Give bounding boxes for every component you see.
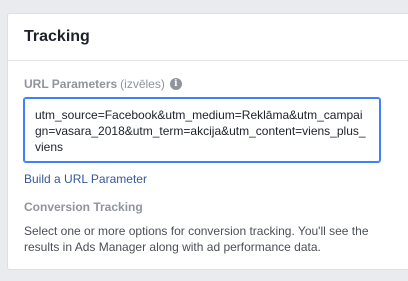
conversion-tracking-title: Conversion Tracking: [24, 200, 143, 214]
build-url-parameter-link[interactable]: Build a URL Parameter: [24, 172, 147, 186]
url-parameters-label: URL Parameters (izvēles) i: [24, 77, 182, 91]
conversion-tracking-description: Select one or more options for conversio…: [24, 224, 369, 254]
card-header: Tracking: [8, 14, 408, 61]
url-parameters-input[interactable]: utm_source=Facebook&utm_medium=Reklāma&u…: [24, 98, 380, 162]
url-parameters-label-text: URL Parameters: [24, 77, 118, 91]
card-title: Tracking: [24, 28, 90, 45]
optional-label: (izvēles): [120, 77, 165, 91]
info-icon[interactable]: i: [169, 78, 182, 90]
tracking-card: Tracking URL Parameters (izvēles) i utm_…: [7, 13, 408, 270]
